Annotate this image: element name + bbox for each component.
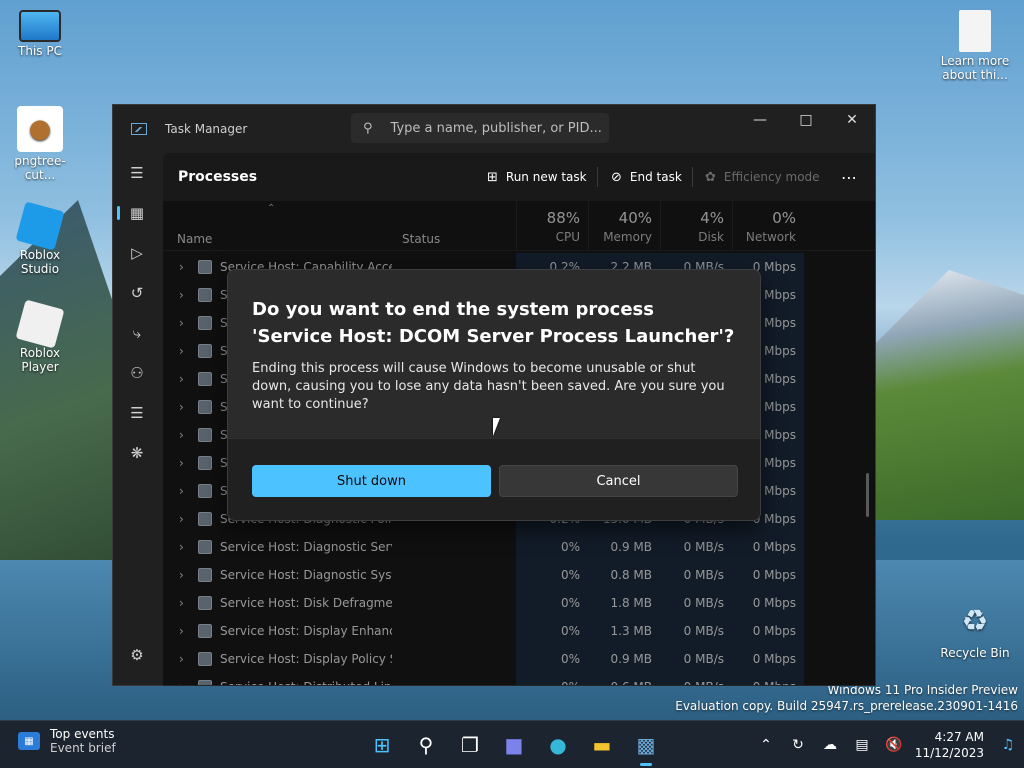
task-view-icon[interactable]: ❐ (448, 721, 492, 768)
performance-nav-icon[interactable]: ▷ (113, 233, 161, 273)
desktop-icon-roblox-player[interactable]: Roblox Player (0, 299, 80, 374)
settings-gear-icon[interactable]: ⚙ (113, 635, 161, 675)
services-nav-icon[interactable]: ❋ (113, 433, 161, 473)
desktop-icon-roblox-studio[interactable]: Roblox Studio (0, 201, 80, 276)
mouse-cursor-icon (493, 418, 507, 436)
page-title: Processes (178, 169, 258, 185)
maximize-button[interactable]: □ (783, 105, 829, 135)
clock-time: 4:27 AM (934, 730, 984, 744)
details-nav-icon[interactable]: ☰ (113, 393, 161, 433)
desktop-icon-pngtree[interactable]: ● pngtree-cut... (0, 106, 80, 182)
file-explorer-icon[interactable]: ▬ (580, 721, 624, 768)
network-icon[interactable]: ▤ (846, 737, 878, 753)
processes-nav-icon[interactable]: ▦ (113, 193, 161, 233)
edge-icon[interactable]: ● (536, 721, 580, 768)
cookie-image-icon: ● (17, 106, 63, 152)
desktop-icon-label: Roblox Studio (19, 248, 61, 276)
startup-apps-nav-icon[interactable]: ⤷ (113, 313, 161, 353)
end-process-dialog: Do you want to end the system process 'S… (227, 269, 761, 521)
desktop-icon-recycle-bin[interactable]: ♻ Recycle Bin (935, 598, 1015, 661)
widget-title: Top events (50, 727, 115, 741)
widgets-button[interactable]: ▦ Top events Event brief (18, 727, 116, 755)
efficiency-mode-button[interactable]: ✿ Efficiency mode (705, 153, 820, 201)
search-icon: ⚲ (363, 120, 373, 136)
volume-icon[interactable]: 🔇 (878, 737, 910, 753)
system-tray: ⌃ ↻ ☁ ▤ 🔇 4:27 AM 11/12/2023 ♫ (750, 721, 1024, 768)
run-new-task-button[interactable]: ⊞ Run new task (487, 153, 587, 201)
more-options-icon[interactable]: ⋯ (841, 153, 857, 201)
command-bar: Processes ⊞ Run new task ⊘ End task ✿ Ef… (163, 153, 875, 201)
end-task-label: End task (629, 170, 682, 184)
cloud-offline-icon[interactable]: ☁ (814, 737, 846, 753)
desktop-icon-label: Roblox Player (19, 346, 61, 374)
window-controls: — □ ✕ (737, 105, 875, 135)
desktop-icon-learn-more[interactable]: Learn more about thi... (935, 10, 1015, 82)
windows-watermark: Windows 11 Pro Insider Preview Evaluatio… (675, 682, 1018, 714)
minimize-button[interactable]: — (737, 105, 783, 135)
widgets-icon: ▦ (18, 732, 40, 750)
run-task-icon: ⊞ (487, 169, 498, 185)
wallpaper-mountain-right (874, 270, 1024, 520)
clock-date: 11/12/2023 (914, 746, 984, 760)
task-manager-taskbar-icon[interactable]: ▩ (624, 721, 668, 768)
desktop-icon-label: This PC (18, 44, 62, 58)
widget-subtitle: Event brief (50, 741, 116, 755)
taskbar: ▦ Top events Event brief ⊞ ⚲ ❐ ■ ● ▬ ▩ ⌃… (0, 720, 1024, 768)
nav-rail: ☰ ▦ ▷ ↺ ⤷ ⚇ ☰ ❋ ⚙ (113, 153, 161, 685)
task-manager-logo-icon (131, 123, 147, 135)
search-input[interactable]: ⚲ Type a name, publisher, or PID... (351, 113, 609, 143)
watermark-line2: Evaluation copy. Build 25947.rs_prerelea… (675, 699, 1018, 713)
end-task-icon: ⊘ (611, 169, 622, 185)
clock[interactable]: 4:27 AM 11/12/2023 (910, 729, 984, 761)
efficiency-mode-label: Efficiency mode (723, 170, 820, 184)
close-button[interactable]: ✕ (829, 105, 875, 135)
dialog-title: Do you want to end the system process 'S… (252, 299, 735, 347)
document-icon (959, 10, 991, 52)
users-nav-icon[interactable]: ⚇ (113, 353, 161, 393)
notification-bell-icon[interactable]: ♫ (992, 737, 1024, 753)
cancel-button[interactable]: Cancel (499, 465, 738, 497)
hamburger-menu-icon[interactable]: ☰ (113, 153, 161, 193)
sync-icon[interactable]: ↻ (782, 737, 814, 753)
desktop-icon-label: Recycle Bin (940, 646, 1010, 660)
chevron-up-icon[interactable]: ⌃ (750, 737, 782, 753)
app-history-nav-icon[interactable]: ↺ (113, 273, 161, 313)
window-title: Task Manager (165, 122, 248, 136)
teams-icon[interactable]: ■ (492, 721, 536, 768)
start-icon[interactable]: ⊞ (360, 721, 404, 768)
desktop-icon-label: pngtree-cut... (14, 154, 66, 182)
leaf-icon: ✿ (705, 169, 716, 185)
search-placeholder: Type a name, publisher, or PID... (390, 120, 602, 136)
dialog-message: Ending this process will cause Windows t… (252, 361, 725, 412)
title-bar[interactable]: Task Manager ⚲ Type a name, publisher, o… (113, 105, 875, 153)
roblox-player-icon (15, 299, 65, 349)
desktop-icon-label: Learn more about thi... (940, 54, 1010, 82)
divider (597, 167, 598, 187)
end-task-button[interactable]: ⊘ End task (611, 153, 682, 201)
desktop-icon-this-pc[interactable]: This PC (0, 10, 80, 58)
shut-down-button[interactable]: Shut down (252, 465, 491, 497)
run-new-task-label: Run new task (505, 170, 587, 184)
dialog-footer: Shut down Cancel (228, 438, 760, 520)
roblox-studio-icon (15, 201, 65, 251)
search-icon[interactable]: ⚲ (404, 721, 448, 768)
taskbar-apps: ⊞ ⚲ ❐ ■ ● ▬ ▩ (360, 721, 668, 768)
monitor-icon (19, 10, 61, 42)
divider (692, 167, 693, 187)
recycle-bin-icon: ♻ (961, 603, 989, 639)
